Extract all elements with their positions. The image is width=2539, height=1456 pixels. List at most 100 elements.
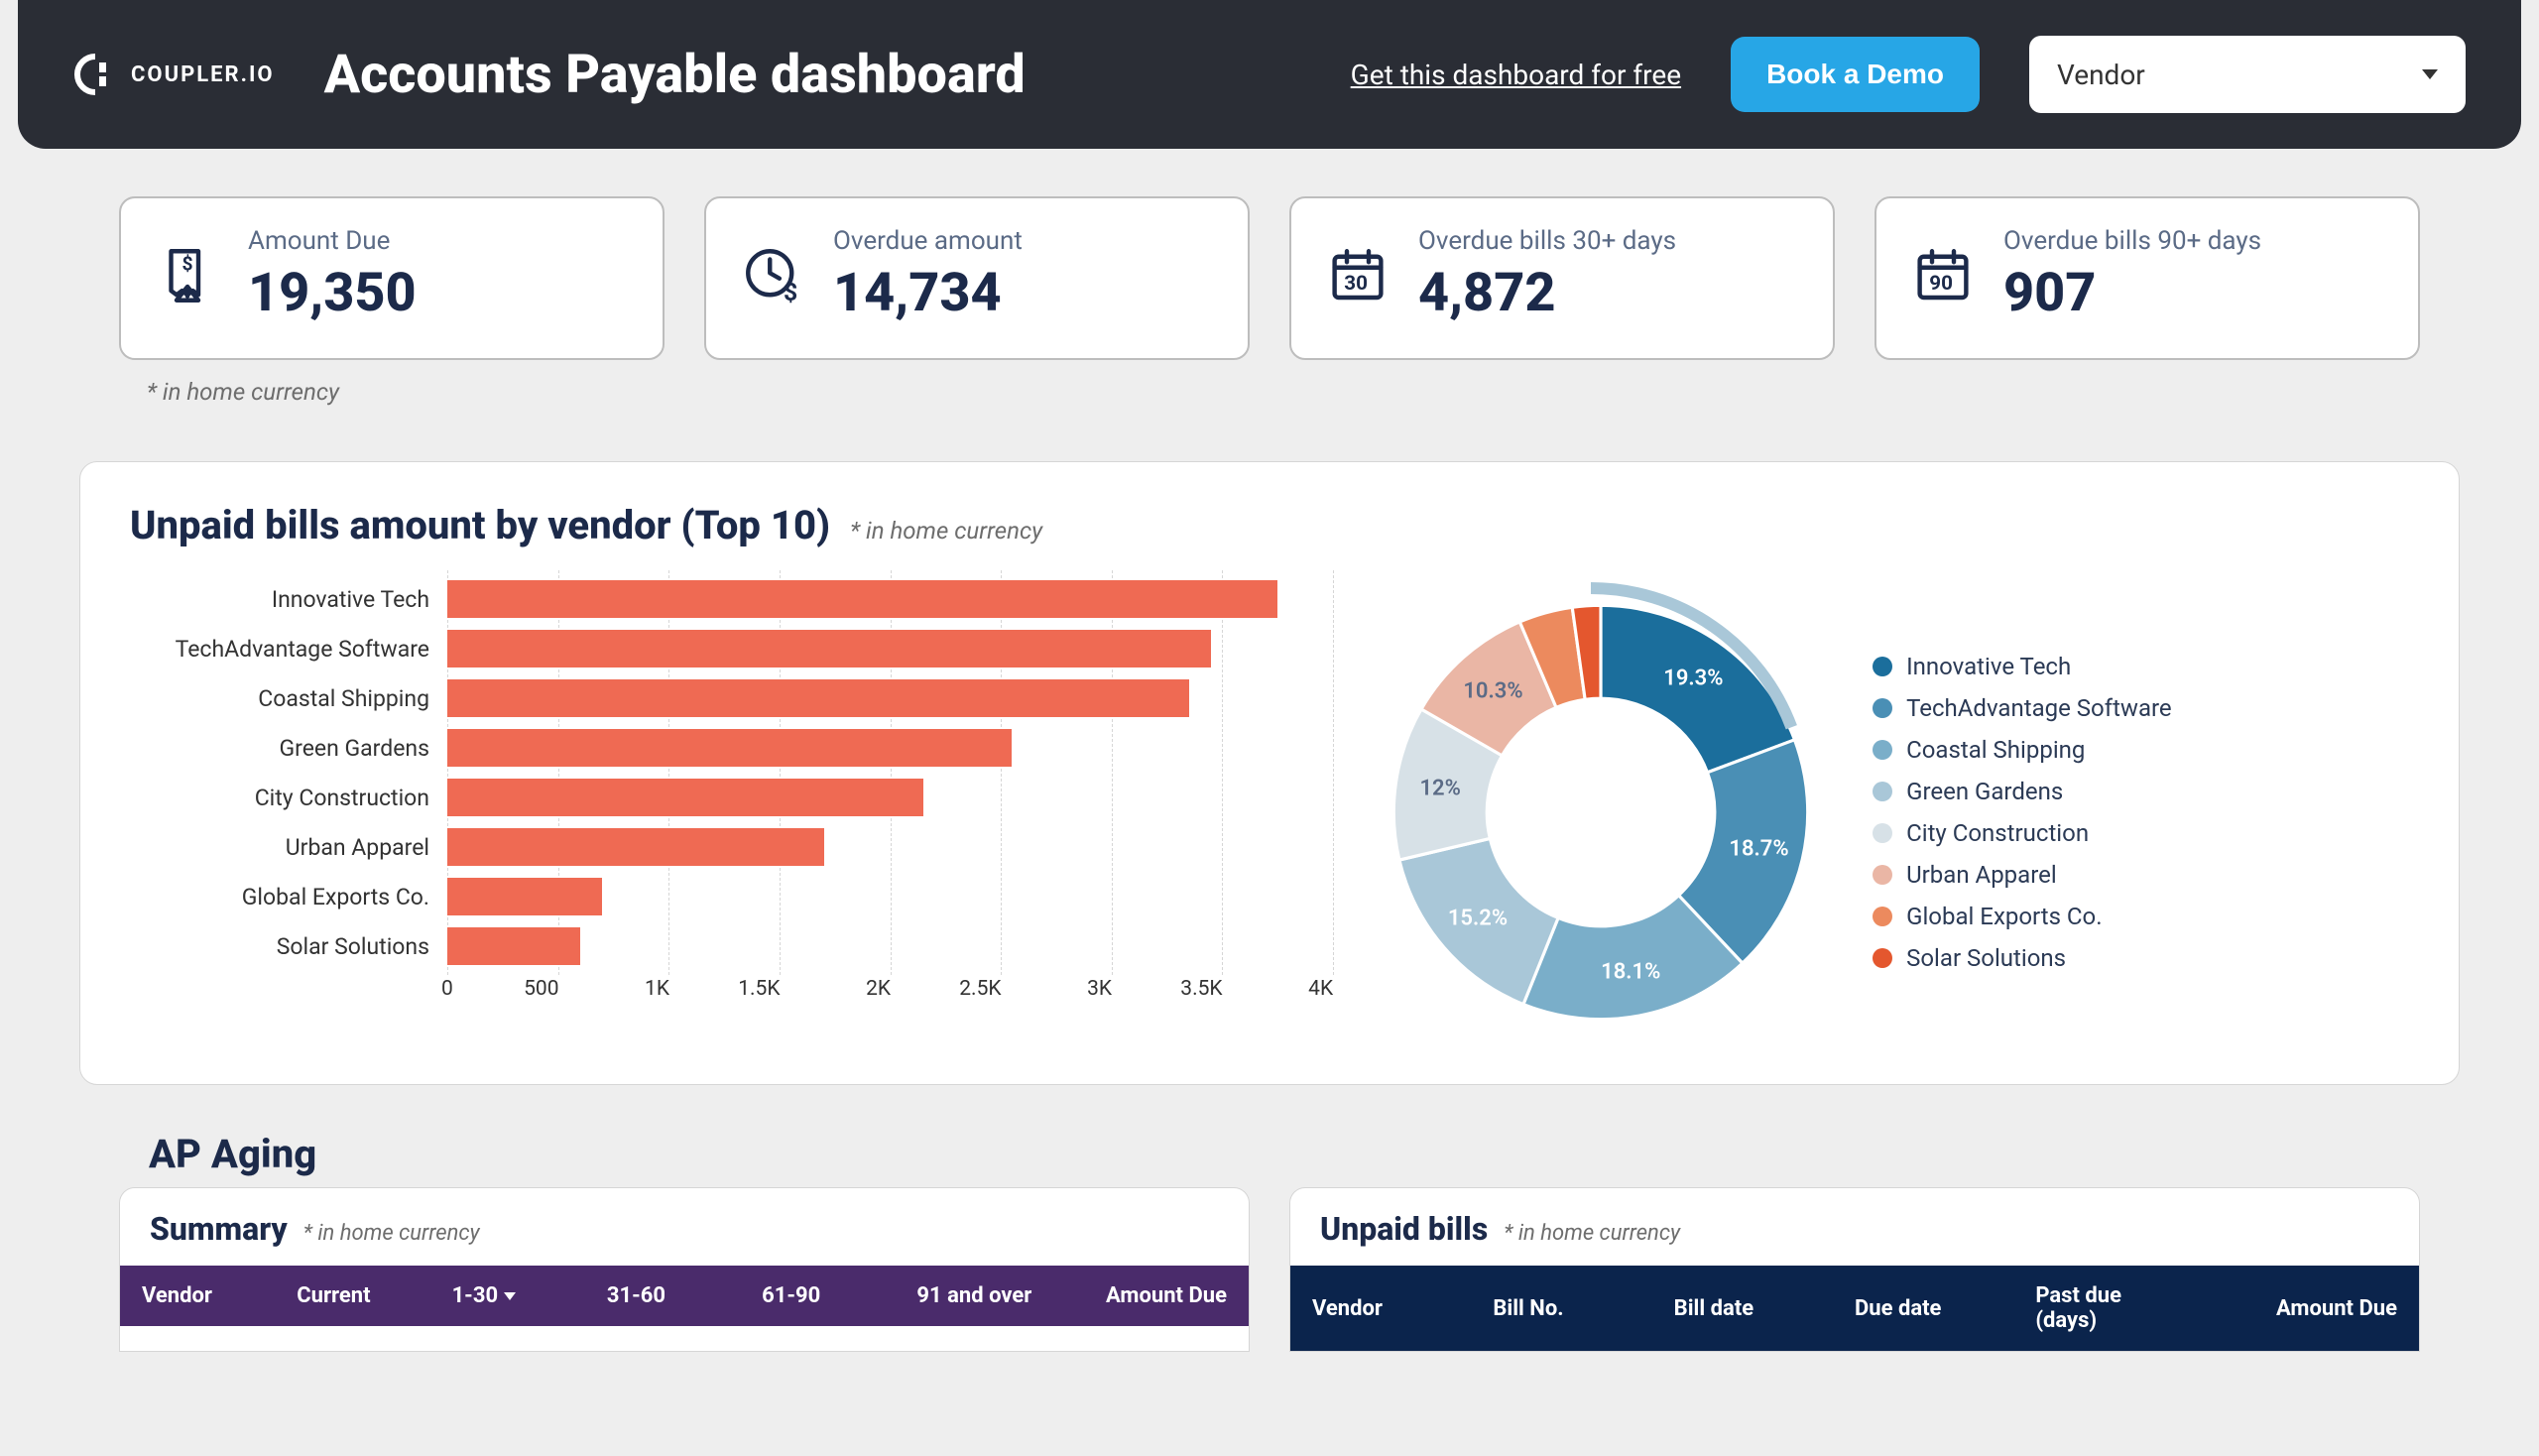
legend-swatch-icon xyxy=(1873,948,1892,968)
unpaid-subtitle: * in home currency xyxy=(1504,1221,1680,1246)
bar-fill xyxy=(447,828,824,866)
svg-text:90: 90 xyxy=(1929,271,1953,295)
legend-label: Green Gardens xyxy=(1906,778,2063,805)
legend-swatch-icon xyxy=(1873,657,1892,676)
kpi-band: $Amount Due19,350$Overdue amount14,73430… xyxy=(119,177,2420,433)
calendar-90-icon: 90 xyxy=(1910,243,1976,308)
legend-item: City Construction xyxy=(1873,819,2172,847)
legend-swatch-icon xyxy=(1873,740,1892,760)
column-header[interactable]: 61-90 xyxy=(762,1283,916,1308)
donut-chart: 19.3%18.7%18.1%15.2%12%10.3% xyxy=(1363,574,1839,1050)
vendor-filter-select[interactable]: Vendor xyxy=(2029,36,2466,113)
axis-tick: 3K xyxy=(1002,977,1113,1001)
slice-label: 18.1% xyxy=(1601,959,1660,984)
bar-row: Solar Solutions xyxy=(130,921,1333,971)
legend-label: Urban Apparel xyxy=(1906,861,2057,889)
column-header[interactable]: Current xyxy=(297,1283,451,1308)
kpi-value: 4,872 xyxy=(1418,262,1676,324)
kpi-value: 14,734 xyxy=(833,262,1023,324)
legend-item: Global Exports Co. xyxy=(1873,903,2172,930)
summary-table-header[interactable]: VendorCurrent1-3031-6061-9091 and overAm… xyxy=(120,1266,1249,1326)
column-header[interactable]: 91 and over xyxy=(916,1283,1071,1308)
bar-fill xyxy=(447,679,1189,717)
kpi-note: * in home currency xyxy=(147,378,2420,406)
axis-tick: 0 xyxy=(441,977,442,1001)
column-header[interactable]: Amount Due xyxy=(1072,1283,1227,1308)
bar-row: TechAdvantage Software xyxy=(130,624,1333,673)
kpi-card: $Amount Due19,350 xyxy=(119,196,665,360)
card-subtitle: * in home currency xyxy=(850,517,1042,545)
kpi-value: 907 xyxy=(2003,262,2261,324)
legend-item: Coastal Shipping xyxy=(1873,736,2172,764)
column-header[interactable]: 1-30 xyxy=(452,1283,607,1308)
unpaid-table-header[interactable]: VendorBill No.Bill dateDue datePast due(… xyxy=(1290,1266,2419,1351)
column-header[interactable]: Past due(days) xyxy=(2035,1283,2216,1333)
slice-label: 18.7% xyxy=(1729,837,1788,862)
svg-text:$: $ xyxy=(784,278,797,306)
bar-label: Innovative Tech xyxy=(130,586,447,613)
column-header[interactable]: 31-60 xyxy=(607,1283,762,1308)
bar-row: Coastal Shipping xyxy=(130,673,1333,723)
bar-fill xyxy=(447,878,602,915)
svg-text:30: 30 xyxy=(1344,271,1368,295)
legend-label: TechAdvantage Software xyxy=(1906,694,2172,722)
vendor-filter-label: Vendor xyxy=(2057,59,2145,91)
slice-label: 12% xyxy=(1419,777,1460,801)
unpaid-bills-card: Unpaid bills amount by vendor (Top 10) *… xyxy=(79,461,2460,1085)
coupler-logo-icon xyxy=(73,53,117,96)
bar-fill xyxy=(447,779,923,816)
brand-text: COUPLER.IO xyxy=(131,62,275,87)
legend-swatch-icon xyxy=(1873,865,1892,885)
bar-fill xyxy=(447,580,1277,618)
column-header[interactable]: Amount Due xyxy=(2217,1296,2397,1321)
bar-fill xyxy=(447,927,580,965)
legend-swatch-icon xyxy=(1873,823,1892,843)
ap-aging-title: AP Aging xyxy=(149,1131,2539,1177)
bar-fill xyxy=(447,630,1211,667)
legend-item: Solar Solutions xyxy=(1873,944,2172,972)
bar-row: Urban Apparel xyxy=(130,822,1333,872)
legend-item: Green Gardens xyxy=(1873,778,2172,805)
book-demo-button[interactable]: Book a Demo xyxy=(1731,37,1980,112)
axis-tick: 500 xyxy=(448,977,559,1001)
top-bar: COUPLER.IO Accounts Payable dashboard Ge… xyxy=(18,0,2521,149)
bar-row: City Construction xyxy=(130,773,1333,822)
column-header[interactable]: Vendor xyxy=(1312,1296,1493,1321)
summary-title: Summary xyxy=(150,1210,288,1248)
kpi-label: Overdue bills 30+ days xyxy=(1418,226,1676,256)
kpi-card: 90 Overdue bills 90+ days 907 xyxy=(1874,196,2420,360)
bar-label: TechAdvantage Software xyxy=(130,636,447,663)
column-header[interactable]: Bill date xyxy=(1674,1296,1855,1321)
column-header[interactable]: Vendor xyxy=(142,1283,297,1308)
axis-tick: 1.5K xyxy=(669,977,781,1001)
donut-legend: Innovative TechTechAdvantage SoftwareCoa… xyxy=(1873,653,2172,972)
legend-label: Coastal Shipping xyxy=(1906,736,2085,764)
get-dashboard-link[interactable]: Get this dashboard for free xyxy=(1351,59,1681,91)
bar-label: Solar Solutions xyxy=(130,933,447,960)
kpi-label: Overdue bills 90+ days xyxy=(2003,226,2261,256)
column-header[interactable]: Bill No. xyxy=(1493,1296,1673,1321)
summary-subtitle: * in home currency xyxy=(303,1221,480,1246)
axis-tick: 3.5K xyxy=(1112,977,1223,1001)
clock-dollar-icon: $ xyxy=(740,243,805,308)
brand-logo: COUPLER.IO xyxy=(73,53,275,96)
unpaid-bills-table: Unpaid bills * in home currency VendorBi… xyxy=(1289,1187,2420,1352)
legend-item: TechAdvantage Software xyxy=(1873,694,2172,722)
kpi-label: Overdue amount xyxy=(833,226,1023,256)
page-title: Accounts Payable dashboard xyxy=(324,44,1026,106)
axis-tick: 4K xyxy=(1223,977,1334,1001)
legend-swatch-icon xyxy=(1873,782,1892,801)
svg-text:$: $ xyxy=(182,252,193,275)
calendar-30-icon: 30 xyxy=(1325,243,1390,308)
legend-label: Solar Solutions xyxy=(1906,944,2066,972)
kpi-value: 19,350 xyxy=(248,262,417,324)
legend-label: Global Exports Co. xyxy=(1906,903,2102,930)
slice-label: 19.3% xyxy=(1663,667,1723,691)
legend-swatch-icon xyxy=(1873,907,1892,926)
summary-table: Summary * in home currency VendorCurrent… xyxy=(119,1187,1250,1352)
axis-tick: 2.5K xyxy=(891,977,1002,1001)
column-header[interactable]: Due date xyxy=(1855,1296,2035,1321)
axis-tick: 2K xyxy=(781,977,892,1001)
legend-swatch-icon xyxy=(1873,698,1892,718)
bar-chart: Innovative Tech TechAdvantage Software Coa… xyxy=(130,574,1333,1001)
